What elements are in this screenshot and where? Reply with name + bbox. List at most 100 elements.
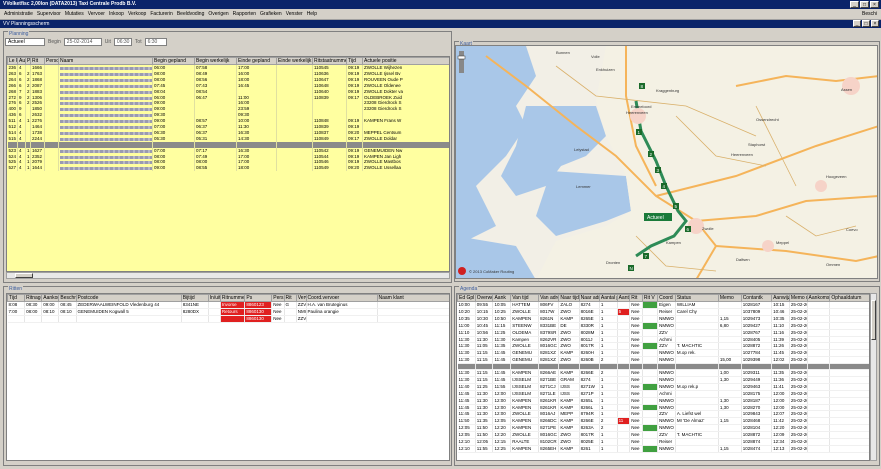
route-marker[interactable]: 7 (643, 253, 649, 259)
route-marker[interactable]: 2 (648, 151, 654, 157)
menu-item[interactable]: Supervisor (35, 11, 63, 17)
table-row[interactable]: 11:45 11:30 12:00 ZWOLLE 8016AJ MEPP 8794R 1 Nee… (457, 410, 869, 419)
column-header[interactable]: Aankomst (41, 294, 60, 302)
column-header[interactable]: Van tijd (510, 294, 540, 302)
to-time-field[interactable]: 6:30 (144, 38, 167, 46)
zoom-slider[interactable] (459, 51, 464, 73)
table-row[interactable]: 11:30 11:30 11:30 Kampen 8262VR ZWO 8011J 1 Nee A… (457, 336, 869, 344)
column-header[interactable]: Ophaaldatum (829, 294, 869, 302)
menu-item[interactable]: Inkoop (107, 11, 126, 17)
map-view[interactable]: 8 1 2 3 4 5 6 7 N Actueel Bunnen Volle Enkhuizen Le… (455, 45, 878, 279)
table-row[interactable]: 12:05 11:50 12:20 ZWOLLE 8016GC ZWO 8017R 1 Nee Z… (457, 431, 869, 440)
table-row[interactable]: 12:10 11:55 12:25 KAMPEN 8265EH KAMP 8261 1 Nee N… (457, 445, 869, 453)
route-marker[interactable]: 1 (636, 129, 642, 135)
column-header[interactable]: Rit V (641, 294, 659, 302)
route-marker[interactable]: 8 (639, 83, 645, 89)
column-header[interactable]: Aank (492, 294, 512, 302)
table-row[interactable]: 11:45 11:30 12:00 IJSSELM 8271LE IJSS 8271P 1 Ne… (457, 390, 869, 398)
column-header[interactable]: Postcode (75, 294, 182, 302)
table-row[interactable]: 527411644xxxxxxxx09:0008:5518:0011054909… (7, 165, 449, 172)
table-row[interactable]: 8860130 Nee ZZV (7, 315, 449, 323)
table-row[interactable]: 11:30 11:15 11:45 GENEMU 8281XZ ZWO 8260B 2 Nee N… (457, 356, 869, 365)
table-row[interactable]: 11:30 11:15 11:45 IJSSELM 8271BE GRAM 8274 1 Nee… (457, 376, 869, 384)
column-header[interactable]: Status (674, 294, 719, 302)
map-canvas[interactable]: 8 1 2 3 4 5 6 7 N Actueel Bunnen Volle Enkhuizen Le… (456, 46, 878, 279)
column-header[interactable]: Le Ps (7, 57, 18, 65)
table-row[interactable]: 10:00 09:55 10:05 HATTEM 806FV ZALO 8274 1 Nee Ei… (457, 301, 869, 309)
table-row[interactable]: 12:05 11:50 12:20 KAMPEN 8271PE KAMP 8263A 2 Nee… (457, 424, 869, 433)
column-header[interactable]: Aantal (616, 294, 631, 302)
column-header[interactable]: Aanwijzen (771, 294, 790, 302)
column-header[interactable]: Begin werkelijk (194, 57, 237, 65)
column-header[interactable]: Aankomst (806, 294, 831, 302)
table-row[interactable]: 11:30 11:15 11:45 GENEMU 8281XZ KAMP 8260H 1 Nee… (457, 349, 869, 358)
column-header[interactable]: Naar tijd (558, 294, 580, 302)
column-header[interactable]: In/uit (207, 294, 221, 302)
table-row[interactable]: 12:10 12:05 12:15 RAALTE 8102CR ZWO 8025E 1 Nee R… (457, 438, 869, 447)
column-header[interactable]: Coord (657, 294, 676, 302)
table-row[interactable]: 11:30 11:15 11:45 KAMPEN 8266AE KAMP 8266E 2 Nee… (457, 369, 869, 377)
column-header[interactable]: Ritnagel (24, 294, 43, 302)
menu-right[interactable]: Beschi (860, 11, 879, 17)
agenda-scroll-thumb[interactable] (871, 300, 876, 340)
column-header[interactable]: Tijd (346, 57, 363, 65)
column-header[interactable]: P (25, 57, 31, 65)
menu-item[interactable]: Overigen (206, 11, 230, 17)
table-row[interactable]: 11:10 10:56 11:25 OLDEMA 8379SR ZWO 8028M 1 Nee Z… (457, 329, 869, 337)
column-header[interactable]: Van adres (538, 294, 560, 302)
close-icon[interactable]: × (870, 1, 879, 8)
column-header[interactable]: Memo (717, 294, 742, 302)
planning-horizontal-scrollbar[interactable] (6, 272, 450, 279)
column-header[interactable]: Ritstaatnummer (312, 57, 347, 65)
menu-item[interactable]: Mutaties (63, 11, 86, 17)
column-header[interactable]: Pers (271, 294, 285, 302)
status-select[interactable]: Actueel (5, 38, 45, 46)
route-marker[interactable]: 3 (655, 167, 661, 173)
column-header[interactable]: Person (44, 57, 59, 65)
column-header[interactable]: Au (17, 57, 26, 65)
minimize-icon[interactable]: _ (850, 1, 859, 8)
column-header[interactable]: Rit (629, 294, 643, 302)
table-row[interactable]: 11:50 11:35 12:05 KAMPEN 8266DC KAMP 8266E 2 11 N… (457, 417, 869, 426)
column-header[interactable]: Ps (244, 294, 273, 302)
column-header[interactable]: Einde werkelijk (276, 57, 313, 65)
table-row[interactable]: 11:45 11:30 12:00 KAMPEN 8261KR KAMP 8266L 1 Nee… (457, 404, 869, 412)
menu-item[interactable]: Vervoer (86, 11, 107, 17)
column-header[interactable]: Memo mi (788, 294, 808, 302)
column-header[interactable]: Overweging (474, 294, 494, 302)
column-header[interactable]: Naam (58, 57, 153, 65)
route-marker[interactable]: N (628, 265, 634, 271)
table-row[interactable]: 11:00 10:45 11:15 STEENW 8331BE DE 8330R 1 Nee NM… (457, 322, 869, 330)
column-header[interactable]: Coord.vervoer (305, 294, 378, 302)
column-header[interactable]: Beschrijving (58, 294, 77, 302)
column-header[interactable]: Rit (283, 294, 297, 302)
maximize-icon[interactable]: □ (860, 1, 869, 8)
column-header[interactable]: Aantal ps (598, 294, 618, 302)
menu-item[interactable]: Help (305, 11, 319, 17)
route-marker[interactable]: 6 (685, 226, 691, 232)
table-row[interactable]: 11:30 11:05 11:35 ZWOLLE 8016GC ZWO 8017R 1 Nee Z… (457, 342, 869, 351)
zoom-slider-thumb[interactable] (457, 55, 466, 60)
child-restore-icon[interactable]: □ (862, 20, 870, 27)
agenda-vertical-scrollbar[interactable] (870, 293, 877, 461)
child-close-icon[interactable]: × (871, 20, 879, 27)
table-row[interactable]: 7:00 08:00 08:10 08:10 GENEMUIDEN Kogwall 58… (7, 308, 449, 316)
column-header[interactable]: Bijtijd (180, 294, 209, 302)
table-row[interactable]: 10:20 10:15 10:25 ZWOLLE 8017W ZWO 8016E 1 5 Nee R… (457, 308, 869, 316)
column-header[interactable]: Einde gepland (236, 57, 277, 65)
column-header[interactable]: Actuele positie (362, 57, 449, 65)
begin-date-field[interactable]: 25-02-2014 (63, 38, 102, 46)
column-header[interactable]: Vervoer (295, 294, 307, 302)
table-row[interactable]: 8:08 08:30 09:00 08:45 ZEDERWAALWEINFOLD Vle… (7, 301, 449, 309)
menu-item[interactable]: Administratie (2, 11, 35, 17)
route-marker[interactable]: 4 (661, 183, 667, 189)
menu-item[interactable]: Facturerin (148, 11, 175, 17)
table-row[interactable]: 10:35 10:30 10:50 KAMPEN 8261N KAMP 8265E 1 Nee N… (457, 315, 869, 323)
column-header[interactable]: Ed Gpl (457, 294, 476, 302)
column-header[interactable]: Naar adres (578, 294, 600, 302)
table-row[interactable]: 11:40 11:25 11:55 IJSSELM 8271CJ IJSS 8271W 1 Ne… (457, 383, 869, 391)
planning-scroll-thumb[interactable] (15, 273, 33, 278)
column-header[interactable]: Ritnummer (219, 294, 246, 302)
child-minimize-icon[interactable]: _ (853, 20, 861, 27)
column-header[interactable]: Rit (30, 57, 45, 65)
